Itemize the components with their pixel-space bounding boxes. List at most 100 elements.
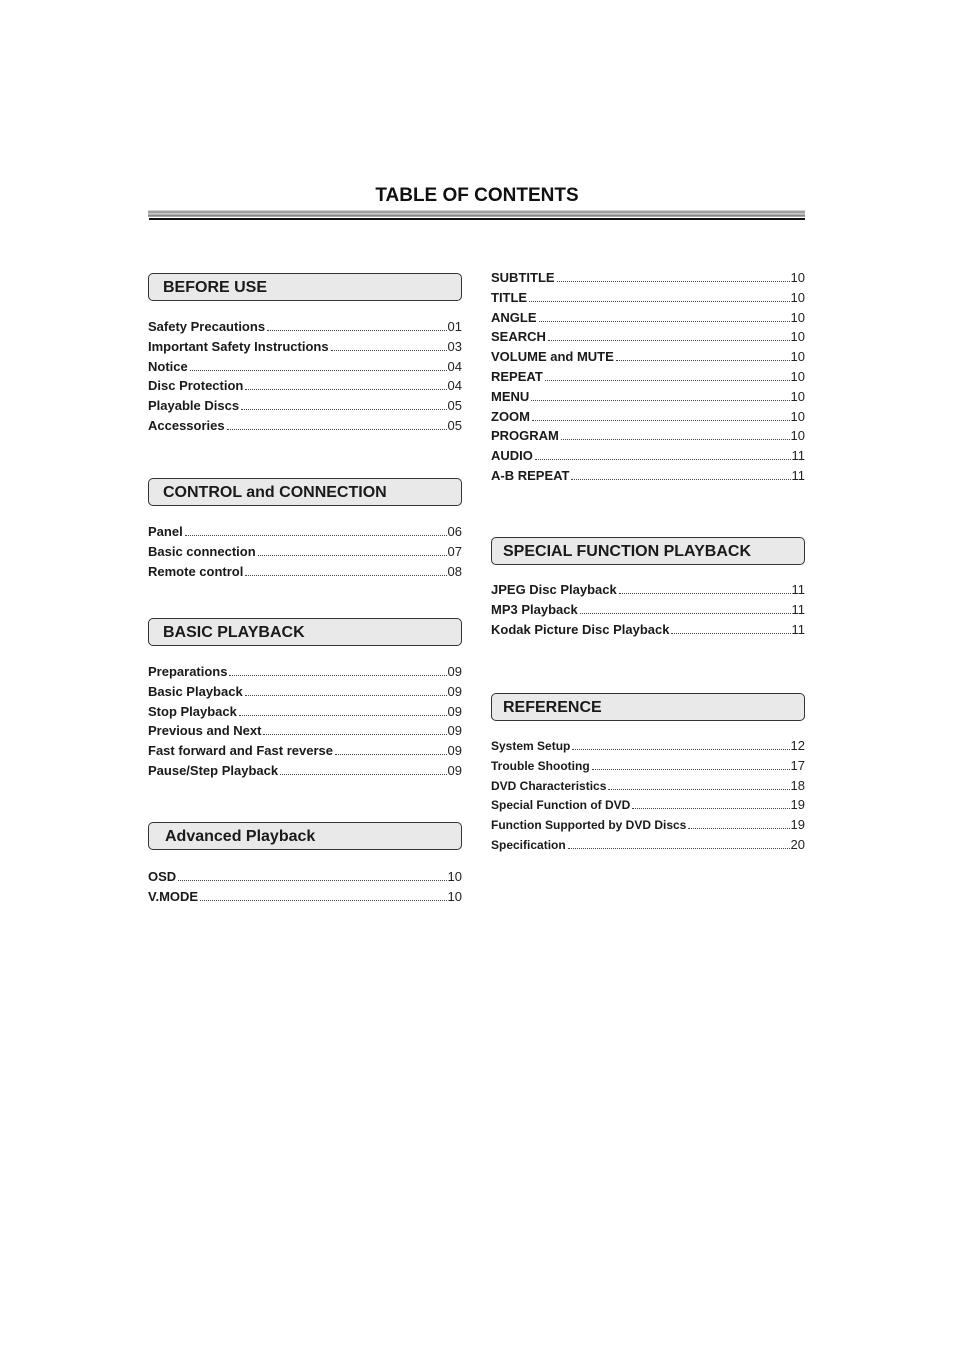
section-special-function-playback: SPECIAL FUNCTION PLAYBACK JPEG Disc Play… [491,537,805,641]
toc-entry-label: Notice [148,358,188,374]
toc-entry[interactable]: ZOOM 10 [491,409,805,429]
toc-entry-label: Disc Protection [148,378,244,394]
toc-entry-page: 09 [447,683,462,699]
toc-entry[interactable]: V.MODE 10 [148,889,462,909]
toc-entry[interactable]: Specification 20 [491,837,805,857]
toc-entry-page: 09 [447,743,462,759]
toc-entry[interactable]: System Setup 12 [491,738,805,758]
dot-leader [534,458,791,461]
toc-entry-page: 04 [447,378,462,394]
toc-entry-page: 09 [447,703,462,719]
toc-entry-label: TITLE [491,289,528,305]
toc-entry[interactable]: Basic Playback 09 [148,684,462,704]
dot-leader [226,428,447,430]
toc-entry-page: 10 [790,309,805,325]
toc-entry[interactable]: DVD Characteristics 18 [491,778,805,798]
dot-leader [229,674,447,676]
page-title: TABLE OF CONTENTS [375,185,579,206]
toc-entry-label: Function Supported by DVD Discs [491,818,687,833]
section-before-use: BEFORE USE Safety Precautions 01 Important… [148,273,462,438]
dot-leader [529,300,790,302]
dot-leader [579,612,791,614]
dot-leader [244,694,447,696]
toc-entry-label: VOLUME and MUTE [491,349,614,365]
dot-leader [184,534,447,536]
toc-entry[interactable]: Pause/Step Playback 09 [148,763,462,783]
toc-entry[interactable]: Fast forward and Fast reverse 09 [148,743,462,763]
entry-list: OSD 10 V.MODE 10 [148,869,462,909]
toc-entry[interactable]: Preparations 09 [148,664,462,684]
toc-entry-label: Kodak Picture Disc Playback [491,621,670,637]
toc-entry[interactable]: Stop Playback 09 [148,704,462,724]
toc-entry[interactable]: REPEAT 10 [491,369,805,389]
dot-leader [632,807,790,810]
toc-entry-page: 08 [447,563,462,579]
toc-entry[interactable]: TITLE 10 [491,290,805,310]
toc-entry-page: 06 [447,524,462,539]
toc-entry[interactable]: Kodak Picture Disc Playback 11 [491,622,805,642]
dot-leader [532,419,790,421]
toc-entry[interactable]: SUBTITLE 10 [491,270,805,290]
toc-entry[interactable]: VOLUME and MUTE 10 [491,349,805,369]
toc-entry-label: Preparations [148,664,228,679]
section-control-connection: CONTROL and CONNECTION Panel 06 Basic conn… [148,478,462,583]
toc-entry[interactable]: Notice 04 [148,359,462,379]
toc-entry[interactable]: Remote control 08 [148,564,462,584]
section-heading: SPECIAL FUNCTION PLAYBACK [491,537,805,565]
toc-entry-label: Accessories [148,417,225,433]
toc-entry[interactable]: Important Safety Instructions 03 [148,339,462,359]
dot-leader [189,369,447,371]
toc-entry-label: Remote control [148,563,244,579]
toc-entry[interactable]: Disc Protection 04 [148,378,462,398]
toc-entry[interactable]: PROGRAM 10 [491,428,805,448]
toc-entry-label: MENU [491,388,530,404]
toc-entry-label: REPEAT [491,368,543,384]
toc-entry[interactable]: A-B REPEAT 11 [491,468,805,488]
dot-leader [178,879,447,881]
dot-leader [618,592,791,594]
right-column: SUBTITLE 10 TITLE 10 ANGLE 10 SEARCH 10 VOLUME a… [491,270,805,852]
toc-entry-page: 11 [791,448,806,464]
toc-entry[interactable]: OSD 10 [148,869,462,889]
toc-entry-page: 10 [790,289,805,305]
toc-entry-label: Safety Precautions [148,319,266,334]
toc-entry[interactable]: MP3 Playback 11 [491,602,805,622]
dot-leader [267,329,447,331]
section-heading: BEFORE USE [148,273,462,301]
toc-entry[interactable]: Basic connection 07 [148,544,462,564]
entry-list: System Setup 12 Trouble Shooting 17 DVD Char… [491,738,805,857]
dot-leader [531,399,790,401]
toc-entry-label: SUBTITLE [491,270,555,285]
toc-entry[interactable]: Panel 06 [148,524,462,544]
toc-entry-label: V.MODE [148,888,199,904]
section-heading: REFERENCE [491,693,805,721]
toc-entry[interactable]: Safety Precautions 01 [148,319,462,339]
dot-leader [556,280,790,282]
toc-entry-page: 10 [790,408,805,424]
left-column: BEFORE USE Safety Precautions 01 Important… [148,273,462,904]
entry-list: Safety Precautions 01 Important Safety Ins… [148,319,462,438]
dot-leader [330,349,447,351]
toc-entry[interactable]: ANGLE 10 [491,310,805,330]
title-underline [149,218,805,220]
toc-entry[interactable]: Special Function of DVD 19 [491,797,805,817]
toc-entry-page: 11 [791,467,806,483]
toc-entry[interactable]: Trouble Shooting 17 [491,758,805,778]
toc-entry[interactable]: SEARCH 10 [491,329,805,349]
dot-leader [238,714,447,716]
toc-entry-label: Basic connection [148,543,256,559]
toc-entry-label: Panel [148,524,183,539]
dot-leader [245,388,447,391]
toc-entry-page: 09 [447,664,462,679]
toc-entry[interactable]: Previous and Next 09 [148,723,462,743]
toc-entry[interactable]: MENU 10 [491,389,805,409]
toc-entry[interactable]: AUDIO 11 [491,448,805,468]
toc-entry[interactable]: Playable Discs 05 [148,398,462,418]
toc-entry[interactable]: Accessories 05 [148,418,462,438]
toc-entry[interactable]: JPEG Disc Playback 11 [491,582,805,602]
toc-entry-page: 07 [447,543,462,559]
dot-leader [257,554,447,556]
entry-list: Preparations 09 Basic Playback 09 Stop Playb… [148,664,462,783]
toc-entry-page: 10 [790,368,805,384]
toc-entry[interactable]: Function Supported by DVD Discs 19 [491,817,805,837]
